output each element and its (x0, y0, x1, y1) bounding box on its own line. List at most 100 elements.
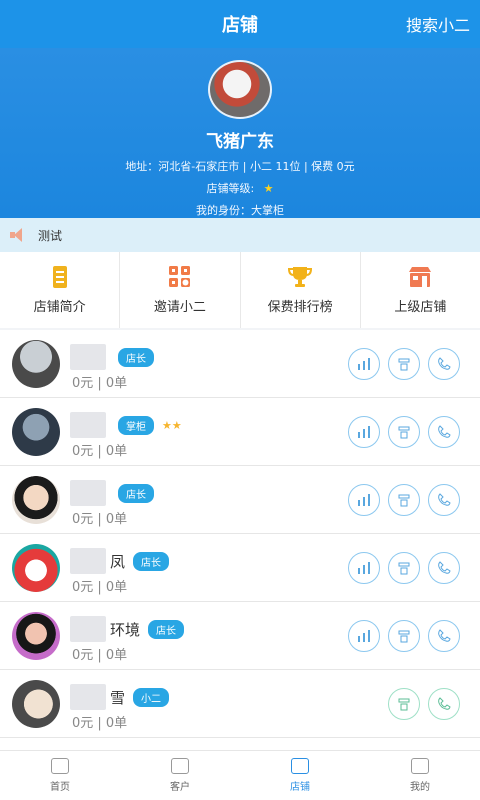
avatar (12, 476, 60, 524)
tab-customers[interactable]: 客户 (120, 751, 240, 800)
member-list: 店长 0元 | 0单 掌柜 ★★ 0元 | 0单 店长 0元 | 0单 凤 店长… (0, 330, 480, 750)
phone-icon[interactable] (428, 484, 460, 516)
reward-icon[interactable] (388, 484, 420, 516)
reward-icon[interactable] (388, 348, 420, 380)
rating-stars: ★★ (162, 418, 182, 432)
store-level-label: 店铺等级: (206, 182, 255, 195)
phone-icon[interactable] (428, 688, 460, 720)
list-item[interactable]: 环境 店长 0元 | 0单 (0, 602, 480, 670)
menu-store-intro[interactable]: 店铺简介 (0, 252, 121, 328)
avatar (12, 544, 60, 592)
reward-icon[interactable] (388, 688, 420, 720)
stats-icon[interactable] (348, 484, 380, 516)
member-name: 掌柜 ★★ (70, 412, 182, 438)
member-stats: 0元 | 0单 (72, 376, 128, 391)
store-menu: 店铺简介 邀请小二 保费排行榜 上级店铺 (0, 252, 480, 328)
store-avatar (208, 60, 272, 119)
reward-icon[interactable] (388, 416, 420, 448)
member-name: 店长 (70, 344, 154, 370)
store-address: 地址：河北省-石家庄市 | 小二 11位 | 保费 0元 (125, 160, 355, 173)
member-name: 环境 店长 (70, 616, 185, 642)
role-badge: 店长 (133, 551, 170, 571)
menu-invite-staff[interactable]: 邀请小二 (120, 252, 241, 328)
member-stats: 0元 | 0单 (72, 444, 128, 459)
stats-icon[interactable] (348, 348, 380, 380)
reward-icon[interactable] (388, 552, 420, 584)
list-item[interactable]: 凤 店长 0元 | 0单 (0, 534, 480, 602)
customers-icon (171, 758, 189, 774)
menu-label: 店铺简介 (33, 299, 86, 315)
row-actions (388, 688, 460, 720)
phone-icon[interactable] (428, 348, 460, 380)
list-item[interactable]: 雪 小二 0元 | 0单 (0, 670, 480, 738)
member-name: 凤 店长 (70, 548, 170, 574)
row-actions (348, 620, 460, 652)
avatar (12, 340, 60, 388)
menu-label: 保费排行榜 (267, 299, 333, 315)
member-stats: 0元 | 0单 (72, 716, 128, 731)
name-blur (70, 412, 106, 438)
page-title: 店铺 (222, 15, 258, 36)
home-icon (51, 758, 69, 774)
tab-label: 我的 (410, 782, 430, 793)
row-actions (348, 484, 460, 516)
list-item[interactable]: 店长 0元 | 0单 (0, 466, 480, 534)
store-level: 店铺等级: ★ (206, 180, 273, 196)
trophy-icon (288, 266, 313, 287)
role-badge: 小二 (133, 687, 170, 707)
phone-icon[interactable] (428, 552, 460, 584)
search-staff-button[interactable]: 搜索小二 (406, 0, 470, 48)
profile-icon (411, 758, 429, 774)
tab-label: 店铺 (290, 782, 310, 793)
phone-icon[interactable] (428, 620, 460, 652)
avatar (12, 612, 60, 660)
row-actions (348, 348, 460, 380)
tab-label: 首页 (50, 782, 70, 793)
notice-bar[interactable]: 测试 (0, 218, 480, 252)
role-badge: 店长 (148, 619, 185, 639)
phone-icon[interactable] (428, 416, 460, 448)
avatar (12, 408, 60, 456)
name-blur (70, 616, 106, 642)
name-blur (70, 548, 106, 574)
member-name: 雪 小二 (70, 684, 170, 710)
stats-icon[interactable] (348, 416, 380, 448)
store-hero: 飞猪广东 地址：河北省-石家庄市 | 小二 11位 | 保费 0元 店铺等级: … (0, 48, 480, 218)
menu-label: 上级店铺 (394, 299, 447, 315)
doc-icon (52, 265, 67, 288)
notice-text: 测试 (38, 228, 63, 243)
name-blur (70, 344, 106, 370)
list-item[interactable]: 店长 0元 | 0单 (0, 330, 480, 398)
member-name: 店长 (70, 480, 154, 506)
menu-label: 邀请小二 (153, 299, 206, 315)
stats-icon[interactable] (348, 620, 380, 652)
qr-icon (168, 265, 190, 287)
bottom-tab-bar: 首页 客户 店铺 我的 (0, 750, 480, 800)
member-name-text: 环境 (110, 620, 141, 639)
tab-store[interactable]: 店铺 (240, 751, 360, 800)
member-stats: 0元 | 0单 (72, 648, 128, 663)
store-identity: 我的身份：大掌柜 (196, 204, 284, 217)
member-name-text: 雪 (110, 688, 126, 707)
member-stats: 0元 | 0单 (72, 512, 128, 527)
list-item[interactable]: 掌柜 ★★ 0元 | 0单 (0, 398, 480, 466)
tab-home[interactable]: 首页 (0, 751, 120, 800)
name-blur (70, 684, 106, 710)
tab-label: 客户 (170, 782, 190, 793)
tab-profile[interactable]: 我的 (360, 751, 480, 800)
stats-icon[interactable] (348, 552, 380, 584)
role-badge: 店长 (118, 347, 154, 367)
reward-icon[interactable] (388, 620, 420, 652)
store-icon (291, 758, 309, 774)
store-icon (409, 266, 432, 287)
role-badge: 掌柜 (118, 415, 154, 435)
app-header: 店铺 搜索小二 (0, 0, 480, 48)
role-badge: 店长 (118, 483, 154, 503)
avatar (12, 680, 60, 728)
menu-parent-store[interactable]: 上级店铺 (361, 252, 480, 328)
member-stats: 0元 | 0单 (72, 580, 128, 595)
speaker-icon (10, 228, 28, 242)
level-star-icon: ★ (263, 182, 274, 195)
menu-premium-rank[interactable]: 保费排行榜 (241, 252, 361, 328)
name-blur (70, 480, 106, 506)
